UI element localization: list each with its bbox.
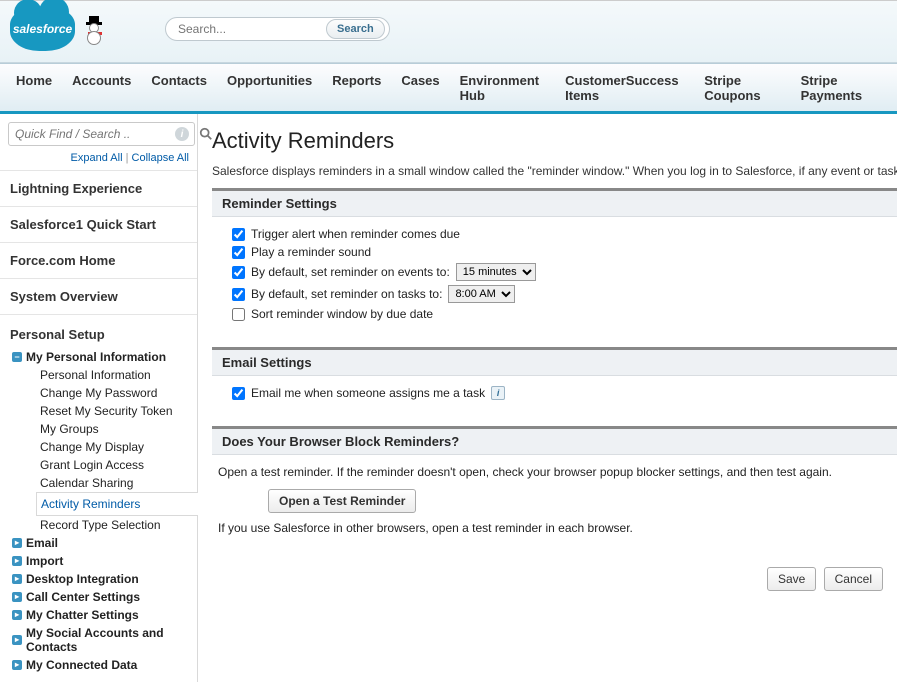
nav-my-groups[interactable]: My Groups <box>36 420 197 438</box>
tab-stripe-coupons[interactable]: Stripe Coupons <box>694 64 790 111</box>
tab-opportunities[interactable]: Opportunities <box>217 64 322 111</box>
email-settings-heading: Email Settings <box>212 350 897 376</box>
sidebar-forcecom-home[interactable]: Force.com Home <box>0 242 197 278</box>
default-events-label: By default, set reminder on events to: <box>251 265 450 279</box>
tree-desktop-integration[interactable]: Desktop Integration <box>0 570 197 588</box>
default-tasks-label: By default, set reminder on tasks to: <box>251 287 442 301</box>
open-test-reminder-button[interactable]: Open a Test Reminder <box>268 489 416 513</box>
browser-block-heading: Does Your Browser Block Reminders? <box>212 429 897 455</box>
sidebar-salesforce1-quick-start[interactable]: Salesforce1 Quick Start <box>0 206 197 242</box>
tree-label: My Personal Information <box>26 350 166 364</box>
sort-by-due-date-label: Sort reminder window by due date <box>251 307 433 321</box>
tree-label: Email <box>26 536 58 550</box>
trigger-alert-checkbox[interactable] <box>232 228 245 241</box>
page-title: Activity Reminders <box>212 128 897 154</box>
nav-activity-reminders[interactable]: Activity Reminders <box>36 492 198 516</box>
expand-icon[interactable] <box>12 574 22 584</box>
tree-label: Call Center Settings <box>26 590 140 604</box>
email-settings-panel: Email Settings Email me when someone ass… <box>212 347 897 414</box>
tree-label: My Social Accounts and Contacts <box>26 626 191 654</box>
help-icon[interactable]: i <box>175 127 189 141</box>
tab-home[interactable]: Home <box>6 64 62 111</box>
tasks-reminder-select[interactable]: 8:00 AM <box>448 285 515 303</box>
main-tab-bar: Home Accounts Contacts Opportunities Rep… <box>0 63 897 114</box>
expand-icon[interactable] <box>12 556 22 566</box>
email-assign-label: Email me when someone assigns me a task <box>251 386 485 400</box>
tab-stripe-payments[interactable]: Stripe Payments <box>791 64 891 111</box>
events-reminder-select[interactable]: 15 minutes <box>456 263 536 281</box>
tree-my-social-accounts[interactable]: My Social Accounts and Contacts <box>0 624 197 656</box>
reminder-settings-heading: Reminder Settings <box>212 191 897 217</box>
global-search: Search <box>165 17 390 41</box>
tree-label: My Chatter Settings <box>26 608 139 622</box>
tree-import[interactable]: Import <box>0 552 197 570</box>
browser-block-panel: Does Your Browser Block Reminders? Open … <box>212 426 897 547</box>
reminder-settings-panel: Reminder Settings Trigger alert when rem… <box>212 188 897 335</box>
browser-block-text-1: Open a test reminder. If the reminder do… <box>218 463 893 483</box>
nav-reset-security-token[interactable]: Reset My Security Token <box>36 402 197 420</box>
tab-environment-hub[interactable]: Environment Hub <box>450 64 555 111</box>
collapse-icon[interactable] <box>12 352 22 362</box>
expand-icon[interactable] <box>12 610 22 620</box>
collapse-all-link[interactable]: Collapse All <box>132 152 189 164</box>
global-search-button[interactable]: Search <box>326 19 385 39</box>
email-assign-checkbox[interactable] <box>232 387 245 400</box>
nav-grant-login-access[interactable]: Grant Login Access <box>36 456 197 474</box>
page-intro-text: Salesforce displays reminders in a small… <box>212 164 897 178</box>
nav-calendar-sharing[interactable]: Calendar Sharing <box>36 474 197 492</box>
tab-cases[interactable]: Cases <box>391 64 449 111</box>
play-sound-label: Play a reminder sound <box>251 245 371 259</box>
info-icon[interactable]: i <box>491 386 505 400</box>
tree-label: Import <box>26 554 63 568</box>
nav-record-type-selection[interactable]: Record Type Selection <box>36 516 197 534</box>
sidebar-system-overview[interactable]: System Overview <box>0 278 197 314</box>
tree-my-personal-information[interactable]: My Personal Information <box>0 348 197 366</box>
trigger-alert-label: Trigger alert when reminder comes due <box>251 227 460 241</box>
quick-find-input[interactable] <box>8 122 195 146</box>
browser-block-text-2: If you use Salesforce in other browsers,… <box>218 521 893 535</box>
snowman-mascot-icon <box>83 9 105 49</box>
tree-my-connected-data[interactable]: My Connected Data <box>0 656 197 674</box>
tab-accounts[interactable]: Accounts <box>62 64 141 111</box>
nav-personal-information[interactable]: Personal Information <box>36 366 197 384</box>
tab-contacts[interactable]: Contacts <box>141 64 217 111</box>
tree-label: My Connected Data <box>26 658 137 672</box>
expand-icon[interactable] <box>12 660 22 670</box>
tree-label: Desktop Integration <box>26 572 139 586</box>
footer-buttons: Save Cancel <box>212 559 897 611</box>
save-button[interactable]: Save <box>767 567 816 591</box>
salesforce-logo-text: salesforce <box>13 22 72 36</box>
main-content: Activity Reminders Salesforce displays r… <box>198 114 897 682</box>
setup-sidebar: i Expand All | Collapse All Lightning Ex… <box>0 114 198 682</box>
play-sound-checkbox[interactable] <box>232 246 245 259</box>
default-tasks-checkbox[interactable] <box>232 288 245 301</box>
tab-reports[interactable]: Reports <box>322 64 391 111</box>
default-events-checkbox[interactable] <box>232 266 245 279</box>
nav-change-my-password[interactable]: Change My Password <box>36 384 197 402</box>
expand-all-link[interactable]: Expand All <box>71 152 123 164</box>
nav-change-my-display[interactable]: Change My Display <box>36 438 197 456</box>
expand-icon[interactable] <box>12 592 22 602</box>
sidebar-lightning-experience[interactable]: Lightning Experience <box>0 170 197 206</box>
expand-icon[interactable] <box>12 538 22 548</box>
salesforce-logo: salesforce <box>10 7 75 51</box>
tree-email[interactable]: Email <box>0 534 197 552</box>
tree-call-center-settings[interactable]: Call Center Settings <box>0 588 197 606</box>
tree-my-chatter-settings[interactable]: My Chatter Settings <box>0 606 197 624</box>
expand-icon[interactable] <box>12 635 22 645</box>
tab-customersuccess-items[interactable]: CustomerSuccess Items <box>555 64 694 111</box>
sidebar-personal-setup-heading: Personal Setup <box>0 314 197 348</box>
app-header: salesforce Search <box>0 0 897 63</box>
cancel-button[interactable]: Cancel <box>824 567 883 591</box>
global-search-input[interactable] <box>176 21 326 37</box>
sort-by-due-date-checkbox[interactable] <box>232 308 245 321</box>
